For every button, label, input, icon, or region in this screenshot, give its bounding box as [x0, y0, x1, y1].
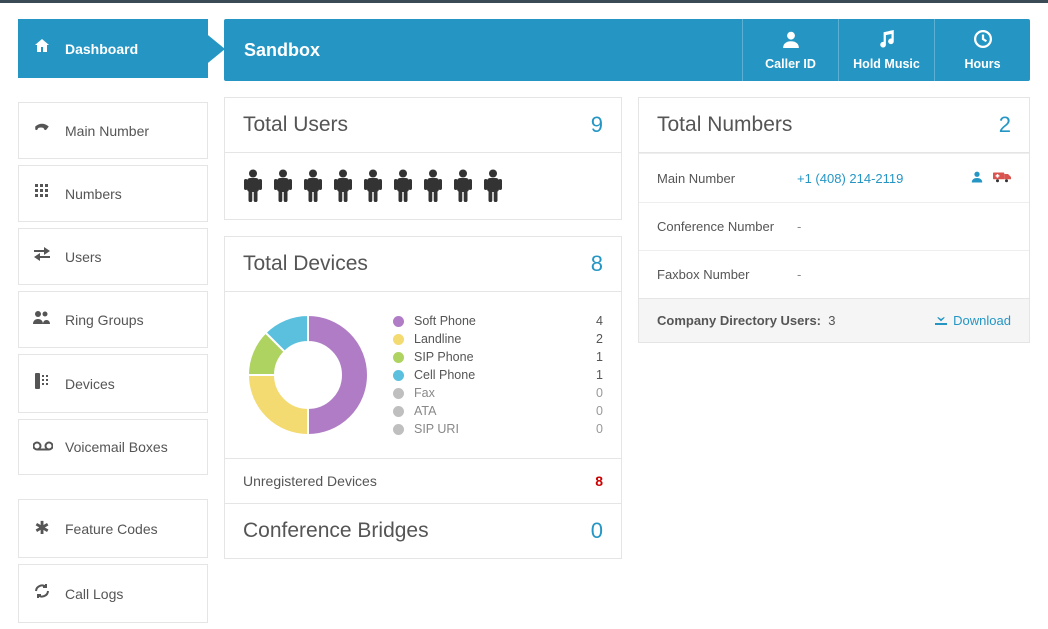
person-icon — [423, 169, 443, 203]
person-icon — [363, 169, 383, 203]
sidebar-item-numbers[interactable]: Numbers — [18, 165, 208, 222]
company-directory-row: Company Directory Users: 3 Download — [639, 298, 1029, 342]
faxbox-number-row: Faxbox Number - — [639, 250, 1029, 298]
sidebar-label: Feature Codes — [65, 521, 158, 537]
clock-icon — [974, 30, 992, 53]
card-title: Total Numbers — [657, 113, 792, 137]
page-title: Sandbox — [224, 19, 742, 81]
legend-row-fax: Fax 0 — [393, 384, 603, 402]
ambulance-icon[interactable] — [993, 170, 1011, 186]
person-icon — [453, 169, 473, 203]
user-icon — [782, 30, 800, 53]
card-title: Total Users — [243, 113, 348, 137]
caller-id-button[interactable]: Caller ID — [742, 19, 838, 81]
total-numbers-card: Total Numbers 2 Main Number +1 (408) 214… — [638, 97, 1030, 343]
sidebar-label: Devices — [65, 376, 115, 392]
legend-row-soft-phone: Soft Phone 4 — [393, 312, 603, 330]
download-link[interactable]: Download — [935, 313, 1011, 328]
user-icon[interactable] — [971, 170, 983, 186]
sidebar-label: Dashboard — [65, 41, 138, 57]
bridges-count: 0 — [591, 518, 603, 544]
topbar-label: Hours — [964, 57, 1000, 71]
sidebar-item-dashboard[interactable]: Dashboard — [18, 19, 208, 78]
person-icon — [303, 169, 323, 203]
dot-icon — [393, 316, 404, 327]
unregistered-count: 8 — [595, 473, 603, 489]
main-number-value[interactable]: +1 (408) 214-2119 — [797, 171, 971, 186]
sidebar-label: Users — [65, 249, 102, 265]
sidebar-item-ring-groups[interactable]: Ring Groups — [18, 291, 208, 348]
dot-icon — [393, 424, 404, 435]
legend-row-sip-uri: SIP URI 0 — [393, 420, 603, 438]
dot-icon — [393, 406, 404, 417]
person-icon — [333, 169, 353, 203]
home-icon — [33, 38, 51, 59]
topbar-label: Caller ID — [765, 57, 816, 71]
dot-icon — [393, 352, 404, 363]
hold-music-button[interactable]: Hold Music — [838, 19, 934, 81]
sidebar-label: Main Number — [65, 123, 149, 139]
devices-count: 8 — [591, 251, 603, 277]
sidebar-item-voicemail[interactable]: Voicemail Boxes — [18, 419, 208, 475]
sidebar-item-call-logs[interactable]: Call Logs — [18, 564, 208, 623]
transfer-icon — [33, 247, 51, 266]
user-icons-row — [243, 169, 603, 203]
sidebar-label: Numbers — [65, 186, 122, 202]
devices-legend: Soft Phone 4 Landline 2 SIP Phone — [393, 312, 603, 438]
group-icon — [33, 310, 51, 329]
devices-donut-chart — [243, 310, 373, 440]
sidebar-item-main-number[interactable]: Main Number — [18, 102, 208, 159]
legend-row-ata: ATA 0 — [393, 402, 603, 420]
total-devices-card: Total Devices 8 Soft Phone 4 — [224, 236, 622, 559]
card-title: Total Devices — [243, 252, 368, 276]
dot-icon — [393, 370, 404, 381]
main-number-row: Main Number +1 (408) 214-2119 — [639, 153, 1029, 202]
sidebar-label: Voicemail Boxes — [65, 439, 168, 455]
person-icon — [393, 169, 413, 203]
legend-row-cell-phone: Cell Phone 1 — [393, 366, 603, 384]
phone-icon — [33, 121, 51, 140]
sidebar-item-devices[interactable]: Devices — [18, 354, 208, 413]
music-icon — [878, 30, 896, 53]
refresh-icon — [33, 583, 51, 604]
download-icon — [935, 313, 947, 328]
unregistered-devices-row: Unregistered Devices 8 — [225, 458, 621, 503]
users-count: 9 — [591, 112, 603, 138]
person-icon — [273, 169, 293, 203]
dot-icon — [393, 388, 404, 399]
dot-icon — [393, 334, 404, 345]
total-users-card: Total Users 9 — [224, 97, 622, 220]
legend-row-sip-phone: SIP Phone 1 — [393, 348, 603, 366]
sidebar: Dashboard Main Number Numbers Users Ri — [18, 19, 208, 629]
hours-button[interactable]: Hours — [934, 19, 1030, 81]
topbar: Sandbox Caller ID Hold Music Hours — [224, 19, 1030, 81]
unregistered-label: Unregistered Devices — [243, 473, 377, 489]
legend-row-landline: Landline 2 — [393, 330, 603, 348]
voicemail-icon — [33, 438, 51, 456]
person-icon — [243, 169, 263, 203]
sidebar-label: Ring Groups — [65, 312, 144, 328]
topbar-label: Hold Music — [853, 57, 920, 71]
sidebar-label: Call Logs — [65, 586, 123, 602]
device-icon — [33, 373, 51, 394]
grid-icon — [33, 184, 51, 203]
person-icon — [483, 169, 503, 203]
sidebar-item-users[interactable]: Users — [18, 228, 208, 285]
numbers-count: 2 — [999, 112, 1011, 138]
conference-bridges-row: Conference Bridges 0 — [225, 503, 621, 558]
asterisk-icon: ✱ — [33, 518, 51, 539]
sidebar-item-feature-codes[interactable]: ✱ Feature Codes — [18, 499, 208, 558]
bridges-title: Conference Bridges — [243, 519, 429, 543]
conference-number-row: Conference Number - — [639, 202, 1029, 250]
